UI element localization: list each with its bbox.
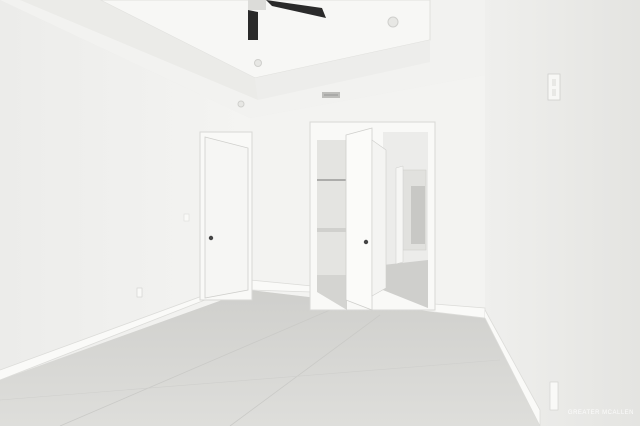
hallway-door-inner[interactable] [395, 165, 404, 265]
closet-shelf [317, 228, 347, 232]
room-illustration [0, 0, 640, 426]
wall-outlet [136, 287, 143, 298]
bedroom-photo: GREATER MCALLEN [0, 0, 640, 426]
recessed-light [387, 16, 399, 28]
recessed-light [237, 100, 245, 108]
door-left[interactable] [204, 136, 249, 299]
wall-outlet [549, 381, 559, 411]
closet-interior [317, 140, 349, 275]
hallway-door-open[interactable] [371, 139, 387, 297]
closet-door-open[interactable] [345, 127, 373, 311]
light-switch-plate[interactable] [547, 73, 561, 101]
closet-door-knob[interactable] [363, 239, 369, 245]
thermostat [183, 213, 190, 222]
photo-watermark: GREATER MCALLEN [567, 410, 634, 416]
hallway-far-opening [411, 186, 425, 244]
recessed-light [254, 59, 262, 67]
door-knob-left[interactable] [208, 235, 214, 241]
